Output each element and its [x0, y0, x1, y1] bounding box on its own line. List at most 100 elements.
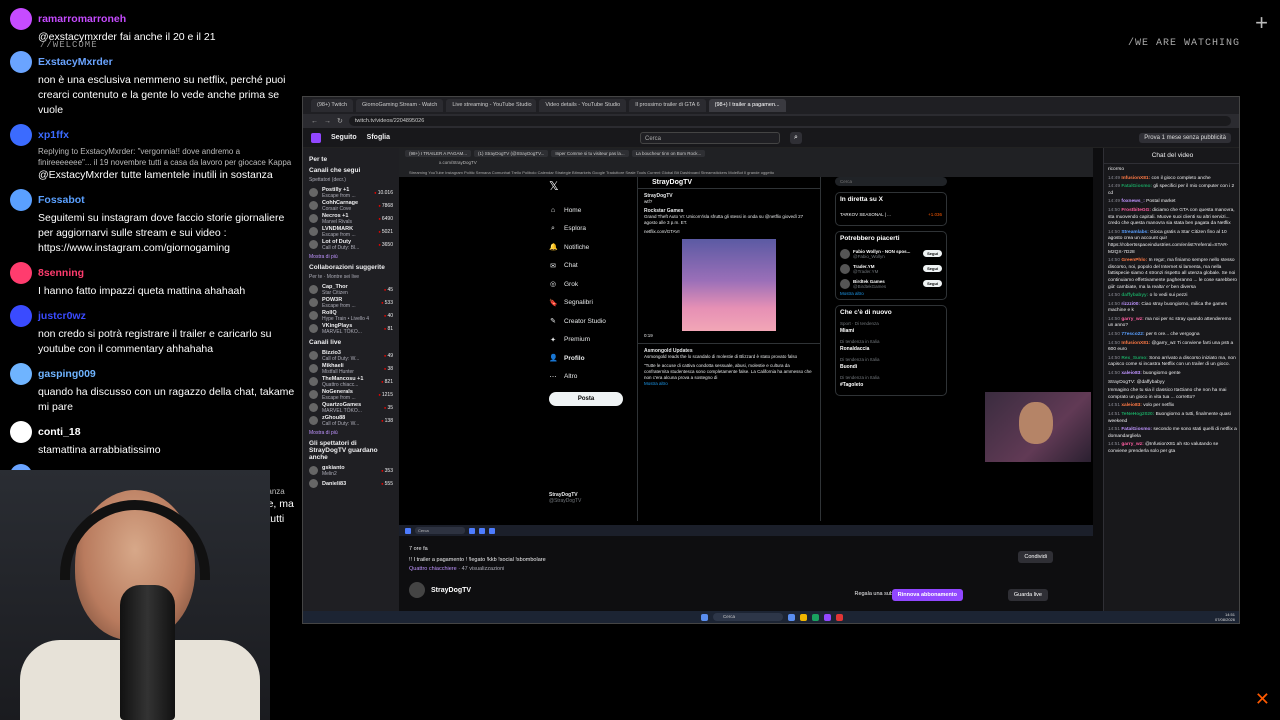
overlay-chat-message: xp1ffx Replying to ExstacyMxrder: "vergon…: [10, 124, 295, 183]
browser-tab[interactable]: GiornoGaming Stream - Watch: [356, 99, 444, 112]
channel-avatar: [309, 201, 318, 210]
sidebar-channel[interactable]: LVNDMARKEscape from ... 5021: [309, 225, 393, 238]
username: ramarromarroneh: [38, 12, 127, 25]
browser-tab[interactable]: Video details - YouTube Studio: [539, 99, 627, 112]
sidebar-channel[interactable]: MikhaeliMistfall Hunter 38: [309, 362, 393, 375]
search-icon[interactable]: ⌕: [790, 131, 803, 144]
browser-tab[interactable]: (98+) I trailer a pagamen...: [708, 99, 786, 112]
sidebar-section-sub: Spettatori (decr.): [309, 177, 346, 183]
channel-text: Bizzio3 Call of Duty: W...: [322, 350, 359, 362]
chat-text: per 6 ore... che vergogna: [1145, 332, 1200, 338]
os-search-input[interactable]: Cerca: [713, 613, 783, 621]
channel-avatar[interactable]: [409, 582, 425, 598]
x-mark-icon: ✕: [1254, 689, 1270, 709]
browser-tab[interactable]: Live streaming - YouTube Studio: [446, 99, 537, 112]
video-player[interactable]: (98+) I TRAILER A PAGAM... (1) StrayDogTV…: [399, 148, 1093, 536]
twitch-search-input[interactable]: Cerca: [640, 131, 781, 144]
share-button[interactable]: Condividi: [1018, 551, 1053, 563]
reload-icon[interactable]: ↻: [337, 117, 343, 125]
sidebar-channel[interactable]: CohhCarnageCorsair Cove 7868: [309, 199, 393, 212]
sidebar-channel[interactable]: QuartzoGamesMARVEL TŌKO... 35: [309, 401, 393, 414]
channel-text: Mikhaeli Mistfall Hunter: [322, 363, 354, 375]
app-icon[interactable]: [800, 613, 807, 621]
chat-timestamp: 14:50: [1108, 371, 1121, 377]
forward-icon[interactable]: →: [324, 118, 331, 125]
sidebar-channel[interactable]: Danieli83 555: [309, 477, 393, 490]
app-icon[interactable]: [812, 613, 819, 621]
sidebar-channel[interactable]: VKingPlaysMARVEL TŌKO... 81: [309, 322, 393, 335]
sidebar-channel[interactable]: Postilly +1Escape from ... 10.016: [309, 186, 393, 199]
username: gasping009: [38, 367, 96, 380]
renew-sub-button[interactable]: Rinnova abbonamento: [891, 589, 963, 601]
start-icon[interactable]: [701, 613, 708, 621]
message-header: justcr0wz: [10, 305, 295, 327]
avatar: [10, 363, 32, 385]
x-live-box: In diretta su X TARKOV SEASONAL | ... +1…: [835, 192, 947, 226]
channel-text: Danieli83: [322, 481, 346, 487]
inner-bookmarks-bar: Streaming YouTube Instagram Politic Sema…: [399, 168, 1093, 177]
chat-timestamp: 14:49: [1108, 184, 1121, 190]
chat-line: StrayDogTV: @daffybabyy: [1108, 380, 1237, 387]
chat-line: ricorrso: [1108, 167, 1237, 174]
x-nav-label: Creator Studio: [564, 317, 606, 325]
app-icon[interactable]: [824, 613, 831, 621]
channel-name: NoGenerals: [322, 388, 353, 395]
sidebar-channel[interactable]: zGhou88Call of Duty: W... 138: [309, 414, 393, 427]
chat-user: rizzzi00:: [1121, 301, 1141, 307]
channel-name[interactable]: StrayDogTV: [431, 587, 471, 594]
channel-avatar: [309, 240, 318, 249]
chat-user: FatalGiosmo:: [1121, 427, 1153, 433]
viewer-count: 353: [381, 468, 393, 474]
watch-live-button[interactable]: Guarda live: [1007, 589, 1048, 601]
sidebar-channel[interactable]: NoGeneralsEscape from ... 1215: [309, 388, 393, 401]
sidebar-channel[interactable]: Bizzio3Call of Duty: W... 49: [309, 349, 393, 362]
user-text: Trader.YM @Trader.YM: [853, 264, 878, 274]
sidebar-channel[interactable]: POW3REscape from ... 533: [309, 296, 393, 309]
show-more-link[interactable]: Mostra di più: [309, 430, 393, 436]
viewer-count: 49: [384, 353, 393, 359]
chat-user: daffybabyy:: [1121, 293, 1149, 299]
sidebar-channel[interactable]: RollQHype Train • Livello 4 40: [309, 309, 393, 322]
url-field[interactable]: twitch.tv/videos/2204895026: [348, 116, 1231, 126]
app-icon[interactable]: [836, 613, 843, 621]
sidebar-channel[interactable]: TheMancosu +1Quattro chiacc... 821: [309, 375, 393, 388]
browser-tab[interactable]: (98+) Twitch: [311, 99, 354, 112]
channel-avatar: [309, 298, 318, 307]
channel-game: Quattro chiacc...: [322, 381, 359, 388]
browser-tab[interactable]: Il prossimo trailer di GTA 6: [629, 99, 706, 112]
x-nav-label: Premium: [564, 336, 591, 344]
chat-line: 14:50 daffybabyy: o lo vedi sui pezzi: [1108, 293, 1237, 300]
inner-tab: (98+) I TRAILER A PAGAM...: [405, 149, 471, 157]
channel-game: Escape from ...: [322, 231, 356, 238]
channel-name: Cap_Thor: [322, 283, 348, 290]
back-icon[interactable]: ←: [311, 118, 318, 125]
avatar: [10, 189, 32, 211]
category-link[interactable]: Quattro chiacchiere: [409, 566, 457, 572]
username: 8senning: [38, 266, 85, 279]
x-nav-item: 🔖 Segnalibri: [549, 294, 639, 313]
sidebar-channel[interactable]: gskiantoMelin2 353: [309, 464, 393, 477]
x-nav-item: 👤 Profilo: [549, 349, 639, 368]
chat-user: GreenPhlo:: [1121, 258, 1148, 264]
gift-sub-button[interactable]: Regala una sub: [854, 591, 893, 597]
nav-following[interactable]: Seguito: [331, 134, 357, 141]
inner-taskbar-search: Cerca: [415, 527, 465, 534]
sidebar-channel[interactable]: Necros +1Marvel Rivals 6490: [309, 212, 393, 225]
prime-button[interactable]: Prova 1 mese senza pubblicità: [1139, 132, 1231, 143]
channel-game: Marvel Rivals: [322, 218, 353, 225]
channel-avatar: [309, 227, 318, 236]
sidebar-channel[interactable]: Cap_ThorStar Citizen 45: [309, 283, 393, 296]
chat-line: 14:50 InfusionX81: @garry_wz Ti conviene…: [1108, 341, 1237, 354]
nav-browse[interactable]: Sfoglia: [367, 134, 390, 141]
twitch-logo-icon[interactable]: [311, 132, 321, 143]
sidebar-channel[interactable]: Lot of DutyCall of Duty: Bl... 3650: [309, 238, 393, 251]
channel-text: zGhou88 Call of Duty: W...: [322, 415, 359, 427]
channel-game: Corsair Cove: [322, 205, 352, 212]
show-more-link[interactable]: Mostra di più: [309, 254, 393, 260]
chat-timestamp: 14:51: [1108, 403, 1121, 409]
app-icon[interactable]: [788, 613, 795, 621]
message-text: non credo si potrà registrare il trailer…: [38, 328, 272, 355]
chat-timestamp: 14:49: [1108, 199, 1121, 205]
twitch-sidebar: Per te Canali che segui Spettatori (decr.)…: [303, 148, 399, 623]
x-trend: Di tendenza in Italia #Tagoleto: [840, 374, 942, 389]
